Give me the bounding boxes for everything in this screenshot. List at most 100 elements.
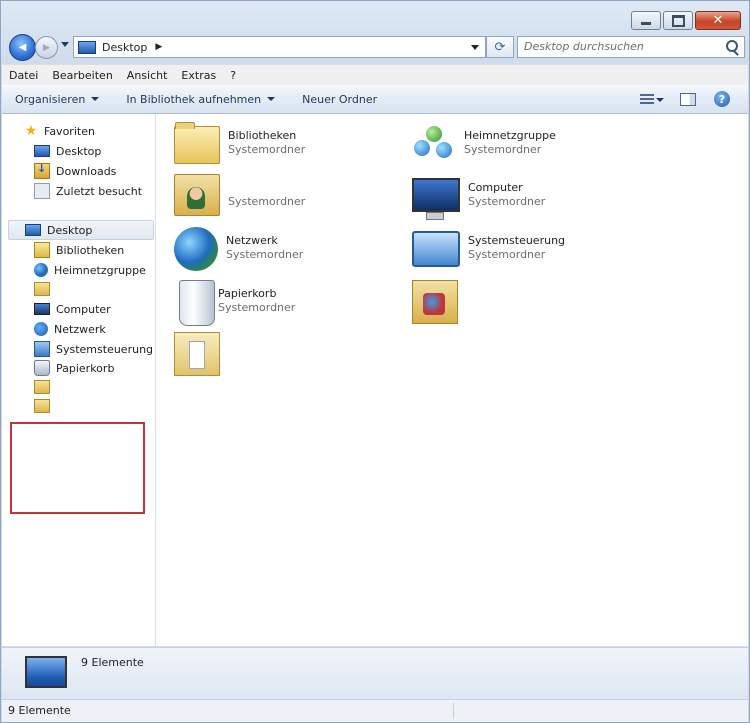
nav-label: Zuletzt besucht — [56, 184, 143, 198]
computer-icon — [412, 178, 460, 220]
search-input[interactable]: Desktop durchsuchen — [517, 36, 745, 58]
nav-fav-desktop[interactable]: Desktop — [34, 142, 101, 160]
search-placeholder: Desktop durchsuchen — [524, 40, 644, 53]
new-folder-label: Neuer Ordner — [302, 92, 378, 106]
nav-control-panel[interactable]: Systemsteuerung — [34, 340, 153, 358]
caption-buttons: ✕ — [631, 11, 741, 30]
organize-button[interactable]: Organisieren — [2, 93, 113, 106]
maximize-icon — [671, 14, 685, 27]
file-item-document-folder[interactable] — [174, 332, 394, 376]
address-history-dropdown[interactable] — [471, 45, 479, 50]
folder-icon — [34, 380, 50, 394]
desktop-icon — [25, 656, 67, 688]
nav-folder[interactable] — [34, 378, 56, 396]
nav-label: Papierkorb — [56, 361, 115, 375]
chevron-down-icon — [91, 97, 100, 101]
details-count: 9 Elemente — [81, 656, 144, 669]
view-options-dropdown[interactable] — [656, 98, 664, 102]
file-name: Systemsteuerung — [468, 234, 566, 247]
menu-datei[interactable]: Datei — [2, 69, 45, 82]
file-type: Systemordner — [226, 248, 304, 261]
menu-bar: Datei Bearbeiten Ansicht Extras ? — [2, 64, 748, 85]
network-icon — [174, 227, 218, 271]
nav-fav-downloads[interactable]: Downloads — [34, 162, 116, 180]
menu-help[interactable]: ? — [223, 69, 243, 82]
status-bar: 9 Elemente — [2, 699, 748, 722]
breadcrumb-chevron-icon[interactable]: ▶ — [155, 42, 162, 52]
file-item-control-panel[interactable]: Systemsteuerung Systemordner — [412, 227, 632, 267]
document-folder-icon — [174, 332, 220, 376]
file-name: Computer — [468, 181, 523, 194]
forward-button[interactable]: ▶ — [35, 36, 58, 59]
nav-computer[interactable]: Computer — [34, 300, 111, 318]
nav-user-folder[interactable] — [34, 280, 56, 298]
nav-recycle-bin[interactable]: Papierkorb — [34, 359, 114, 377]
file-item-folder[interactable] — [412, 280, 632, 324]
file-item-homegroup[interactable]: Heimnetzgruppe Systemordner — [412, 122, 632, 166]
menu-ansicht[interactable]: Ansicht — [120, 69, 175, 82]
change-view-icon[interactable] — [640, 94, 654, 106]
forward-arrow-icon: ▶ — [43, 42, 50, 53]
computer-icon — [34, 303, 50, 315]
nav-libraries[interactable]: Bibliotheken — [34, 241, 124, 259]
address-bar[interactable]: Desktop ▶ — [73, 36, 486, 58]
recent-pages-dropdown[interactable] — [61, 42, 69, 47]
highlight-box — [10, 422, 145, 514]
help-icon[interactable]: ? — [714, 91, 730, 107]
desktop-icon — [78, 40, 96, 54]
new-folder-button[interactable]: Neuer Ordner — [289, 93, 391, 106]
nav-favorites-label: Favoriten — [44, 124, 95, 138]
minimize-icon — [641, 22, 651, 25]
file-item-network[interactable]: Netzwerk Systemordner — [174, 227, 394, 271]
nav-network[interactable]: Netzwerk — [34, 320, 106, 338]
refresh-button[interactable]: ⟳ — [486, 36, 514, 58]
star-icon: ★ — [24, 123, 38, 139]
address-row: ◀ ▶ Desktop ▶ ⟳ Desktop durchsuchen — [9, 34, 745, 61]
nav-label: Netzwerk — [54, 322, 106, 336]
nav-label: Bibliotheken — [56, 243, 125, 257]
nav-fav-recent[interactable]: Zuletzt besucht — [34, 182, 142, 200]
libraries-icon — [174, 122, 220, 164]
status-count: 9 Elemente — [8, 704, 71, 717]
nav-folder[interactable] — [34, 397, 56, 415]
control-panel-icon — [412, 231, 460, 267]
file-item-libraries[interactable]: Bibliotheken Systemordner — [174, 122, 394, 164]
nav-label: Systemsteuerung — [56, 342, 154, 356]
refresh-icon: ⟳ — [494, 39, 506, 55]
recycle-bin-icon — [34, 360, 50, 376]
explorer-window: ✕ ◀ ▶ Desktop ▶ ⟳ Desktop durchsuchen Da… — [0, 0, 750, 723]
file-type: Systemordner — [218, 301, 296, 314]
menu-extras[interactable]: Extras — [174, 69, 223, 82]
user-folder-icon — [174, 174, 220, 216]
file-item-computer[interactable]: Computer Systemordner — [412, 174, 632, 220]
close-icon: ✕ — [712, 13, 724, 28]
search-icon[interactable] — [726, 40, 738, 52]
preview-pane-icon[interactable] — [680, 93, 696, 106]
details-pane: 9 Elemente — [2, 647, 748, 699]
back-button[interactable]: ◀ — [9, 34, 36, 61]
nav-homegroup[interactable]: Heimnetzgruppe — [34, 261, 146, 279]
homegroup-icon — [34, 263, 48, 277]
menu-bearbeiten[interactable]: Bearbeiten — [45, 69, 119, 82]
nav-favorites[interactable]: ★ Favoriten — [24, 122, 95, 140]
nav-desktop[interactable]: Desktop — [8, 220, 154, 240]
command-bar: Organisieren In Bibliothek aufnehmen Neu… — [2, 85, 748, 114]
nav-label: Computer — [56, 302, 111, 316]
include-library-label: In Bibliothek aufnehmen — [126, 92, 262, 106]
file-item-user-folder[interactable]: Systemordner — [174, 174, 394, 216]
file-item-recycle-bin[interactable]: Papierkorb Systemordner — [174, 280, 394, 326]
folder-icon — [412, 280, 458, 324]
downloads-icon — [34, 162, 50, 179]
file-type: Systemordner — [228, 195, 306, 208]
chevron-down-icon — [267, 97, 276, 101]
file-name: Netzwerk — [226, 234, 278, 247]
organize-label: Organisieren — [15, 92, 86, 106]
file-type: Systemordner — [464, 143, 542, 156]
address-path[interactable]: Desktop — [102, 41, 147, 54]
maximize-button[interactable] — [663, 11, 693, 30]
close-button[interactable]: ✕ — [695, 11, 741, 30]
include-library-button[interactable]: In Bibliothek aufnehmen — [113, 93, 289, 106]
minimize-button[interactable] — [631, 11, 661, 30]
file-name — [228, 180, 305, 195]
file-type: Systemordner — [468, 248, 546, 261]
